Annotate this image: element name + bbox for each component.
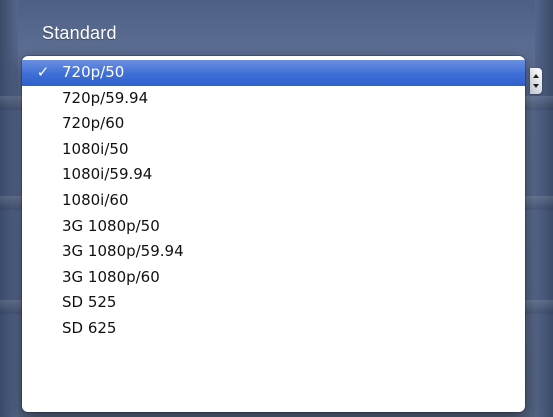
menu-item-label: 1080i/59.94 [62, 165, 153, 184]
standard-label: Standard [42, 23, 117, 43]
menu-item-label: 3G 1080p/59.94 [62, 242, 184, 261]
menu-item-label: 1080i/60 [62, 190, 129, 209]
menu-item-720p-50[interactable]: ✓ 720p/50 [22, 60, 525, 86]
checkmark-icon: ✓ [36, 63, 50, 81]
menu-item-sd-525[interactable]: SD 525 [22, 290, 525, 316]
menu-item-720p-60[interactable]: 720p/60 [22, 111, 525, 137]
menu-item-label: 720p/59.94 [62, 88, 149, 107]
menu-item-sd-625[interactable]: SD 625 [22, 316, 525, 342]
menu-item-label: 3G 1080p/50 [62, 216, 160, 235]
menu-item-label: 720p/50 [62, 63, 125, 81]
menu-item-label: SD 625 [62, 318, 117, 337]
menu-item-3g-1080p-50[interactable]: 3G 1080p/50 [22, 214, 525, 240]
menu-item-720p-59-94[interactable]: 720p/59.94 [22, 86, 525, 112]
menu-item-3g-1080p-59-94[interactable]: 3G 1080p/59.94 [22, 239, 525, 265]
standard-dropdown-menu[interactable]: ✓ 720p/50 720p/59.94 720p/60 1080i/50 1080i/5… [22, 56, 525, 412]
popup-arrows-icon[interactable] [530, 68, 542, 94]
menu-item-3g-1080p-60[interactable]: 3G 1080p/60 [22, 265, 525, 291]
menu-item-label: 3G 1080p/60 [62, 267, 160, 286]
menu-item-1080i-60[interactable]: 1080i/60 [22, 188, 525, 214]
menu-item-1080i-59-94[interactable]: 1080i/59.94 [22, 162, 525, 188]
menu-item-label: SD 525 [62, 293, 117, 312]
dropdown-options: ✓ 720p/50 720p/59.94 720p/60 1080i/50 1080i/5… [22, 56, 525, 342]
menu-item-label: 720p/60 [62, 114, 125, 133]
menu-item-1080i-50[interactable]: 1080i/50 [22, 137, 525, 163]
menu-item-label: 1080i/50 [62, 139, 129, 158]
